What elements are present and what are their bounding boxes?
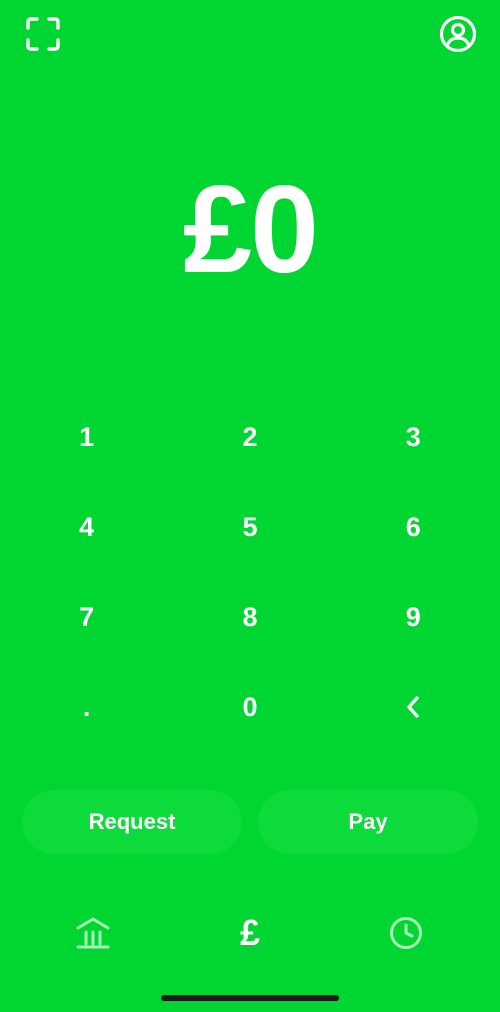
bank-icon: [76, 917, 110, 949]
tab-money[interactable]: £: [220, 910, 280, 956]
key-1[interactable]: 1: [5, 392, 168, 482]
clock-icon: [390, 917, 422, 949]
tab-activity[interactable]: [376, 910, 436, 956]
key-0[interactable]: 0: [168, 662, 331, 752]
action-row: Request Pay: [22, 790, 478, 854]
profile-icon: [439, 15, 477, 53]
key-9[interactable]: 9: [332, 572, 495, 662]
key-5[interactable]: 5: [168, 482, 331, 572]
number-keypad: 1 2 3 4 5 6 7 8 9 . 0: [5, 392, 495, 752]
key-backspace[interactable]: [332, 662, 495, 752]
amount-display: £0: [183, 161, 319, 299]
key-3[interactable]: 3: [332, 392, 495, 482]
scan-button[interactable]: [23, 14, 63, 54]
key-2[interactable]: 2: [168, 392, 331, 482]
request-button[interactable]: Request: [22, 790, 242, 854]
key-4[interactable]: 4: [5, 482, 168, 572]
key-decimal[interactable]: .: [5, 662, 168, 752]
key-8[interactable]: 8: [168, 572, 331, 662]
top-bar: [0, 14, 500, 54]
scan-icon: [26, 17, 60, 51]
pay-button[interactable]: Pay: [258, 790, 478, 854]
tab-banking[interactable]: [63, 910, 123, 956]
key-6[interactable]: 6: [332, 482, 495, 572]
home-indicator: [161, 995, 339, 1001]
key-7[interactable]: 7: [5, 572, 168, 662]
profile-button[interactable]: [438, 14, 478, 54]
pound-icon: £: [239, 912, 261, 953]
tab-bar: £: [0, 910, 500, 956]
chevron-left-icon: [407, 696, 420, 718]
